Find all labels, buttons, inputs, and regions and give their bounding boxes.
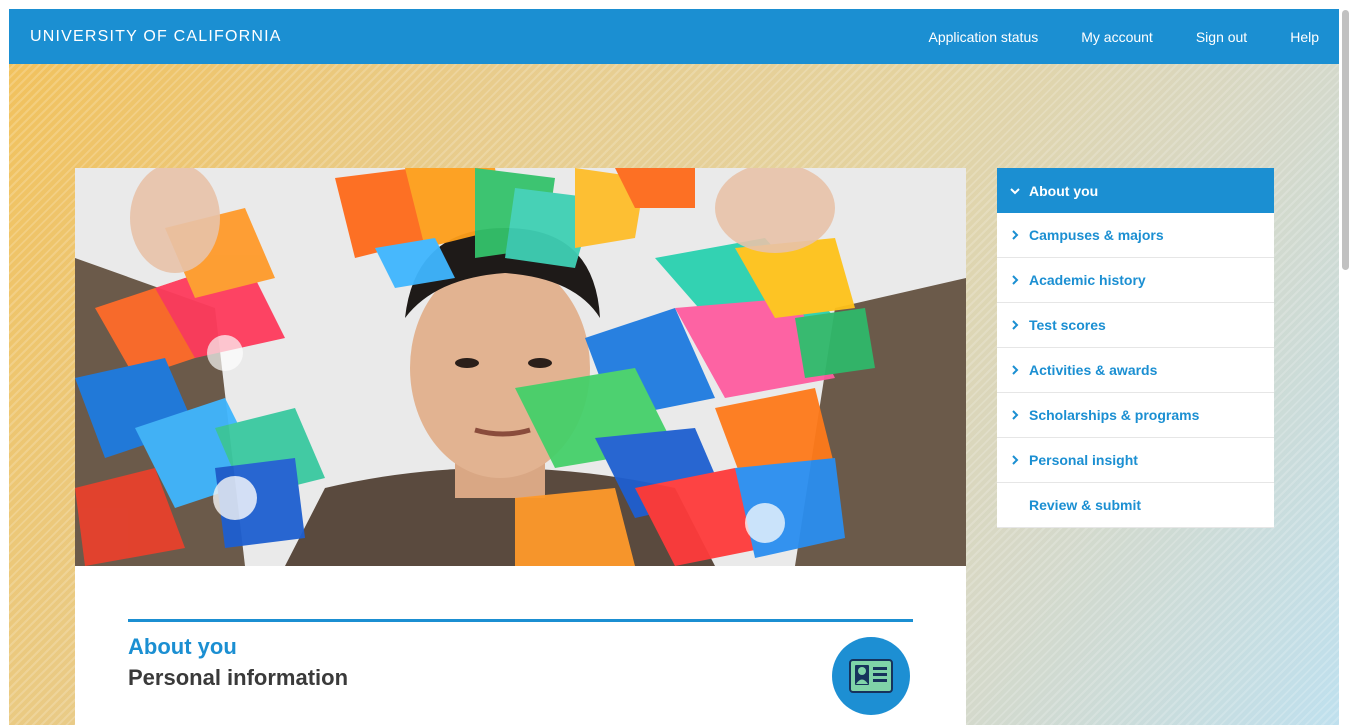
hero-illustration <box>75 168 966 566</box>
id-card-icon <box>832 637 910 715</box>
section-title: About you <box>128 634 237 659</box>
nav-my-account[interactable]: My account <box>1081 29 1153 45</box>
sidenav-item-label: Activities & awards <box>1029 362 1158 378</box>
sidenav-item-label: Personal insight <box>1029 452 1138 468</box>
chevron-right-icon <box>1009 229 1029 241</box>
sidenav-item-activities-awards[interactable]: Activities & awards <box>997 348 1274 393</box>
section-subtitle: Personal information <box>128 665 349 690</box>
sidenav-item-label: About you <box>1029 182 1099 199</box>
nav-application-status[interactable]: Application status <box>929 29 1039 45</box>
scrollbar-thumb[interactable] <box>1342 10 1349 270</box>
sidenav-item-review-submit[interactable]: Review & submit <box>997 483 1274 528</box>
top-bar: UNIVERSITY OF CALIFORNIA Application sta… <box>9 9 1339 64</box>
hero-image <box>75 168 966 566</box>
page-background: UNIVERSITY OF CALIFORNIA Application sta… <box>9 9 1339 725</box>
sidenav-item-label: Scholarships & programs <box>1029 407 1200 423</box>
chevron-right-icon <box>1009 319 1029 331</box>
sidenav-item-academic-history[interactable]: Academic history <box>997 258 1274 303</box>
chevron-down-icon <box>1009 185 1029 197</box>
sidenav-item-campuses-majors[interactable]: Campuses & majors <box>997 213 1274 258</box>
sidenav-item-label: Academic history <box>1029 272 1146 288</box>
application-sections-nav: About you Campuses & majors Academic his… <box>997 168 1274 528</box>
nav-sign-out[interactable]: Sign out <box>1196 29 1247 45</box>
sidenav-item-personal-insight[interactable]: Personal insight <box>997 438 1274 483</box>
brand-logo[interactable]: UNIVERSITY OF CALIFORNIA <box>30 28 282 46</box>
page-scrollbar[interactable] <box>1339 0 1353 725</box>
chevron-right-icon <box>1009 274 1029 286</box>
sidenav-item-label: Test scores <box>1029 317 1106 333</box>
sidenav-item-label: Review & submit <box>1029 497 1142 513</box>
sidenav-item-about-you[interactable]: About you <box>997 168 1274 213</box>
content-card: About you Personal information <box>75 168 966 725</box>
top-nav: Application status My account Sign out H… <box>929 29 1320 45</box>
chevron-right-icon <box>1009 364 1029 376</box>
chevron-right-icon <box>1009 454 1029 466</box>
sidenav-item-scholarships-programs[interactable]: Scholarships & programs <box>997 393 1274 438</box>
section-divider <box>128 619 913 622</box>
nav-help[interactable]: Help <box>1290 29 1319 45</box>
sidenav-item-test-scores[interactable]: Test scores <box>997 303 1274 348</box>
sidenav-item-label: Campuses & majors <box>1029 227 1164 243</box>
chevron-right-icon <box>1009 409 1029 421</box>
